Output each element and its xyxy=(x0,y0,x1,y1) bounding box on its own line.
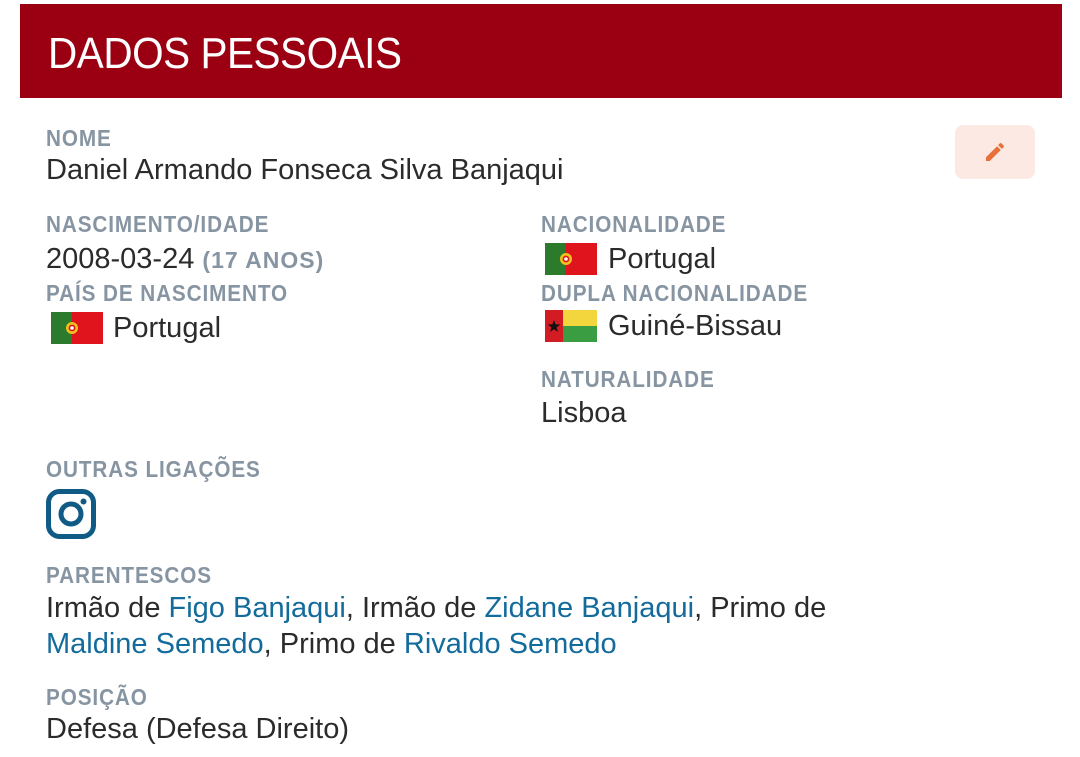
separator: , xyxy=(345,592,362,624)
naturalidade-label: NATURALIDADE xyxy=(541,366,715,392)
edit-button[interactable] xyxy=(955,125,1035,179)
outras-ligacoes-label: OUTRAS LIGAÇÕES xyxy=(46,456,261,482)
pais-nascimento-label: PAÍS DE NASCIMENTO xyxy=(46,280,289,306)
naturalidade-value: Lisboa xyxy=(541,397,627,429)
nome-label: NOME xyxy=(46,125,112,151)
parentescos-list: Irmão de Figo Banjaqui, Irmão de Zidane … xyxy=(46,590,1036,662)
relative-link[interactable]: Maldine Semedo xyxy=(46,628,264,660)
nascimento-value: 2008-03-24 (17 ANOS) xyxy=(46,245,324,274)
portugal-flag-icon xyxy=(545,243,597,275)
nascimento-label: NASCIMENTO/IDADE xyxy=(46,211,270,237)
section-title: DADOS PESSOAIS xyxy=(48,29,402,78)
relation-text: Primo de xyxy=(710,592,827,624)
relative-link[interactable]: Zidane Banjaqui xyxy=(484,592,694,624)
parentescos-label: PARENTESCOS xyxy=(46,562,212,588)
pencil-icon xyxy=(986,142,1005,161)
pais-nascimento-value: Portugal xyxy=(113,312,222,344)
nacionalidade-value: Portugal xyxy=(608,243,717,275)
guinea-bissau-flag-icon xyxy=(545,310,597,342)
dupla-nacionalidade-value: Guiné-Bissau xyxy=(608,310,783,342)
separator: , xyxy=(263,628,280,660)
relative-link[interactable]: Rivaldo Semedo xyxy=(404,628,617,660)
relative-link[interactable]: Figo Banjaqui xyxy=(169,592,346,624)
nacionalidade-label: NACIONALIDADE xyxy=(541,211,727,237)
relation-text: Irmão de xyxy=(46,592,169,624)
section-header: DADOS PESSOAIS xyxy=(20,4,1062,98)
posicao-label: POSIÇÃO xyxy=(46,684,148,710)
relation-text: Irmão de xyxy=(361,592,485,624)
separator: , xyxy=(694,592,711,624)
posicao-value: Defesa (Defesa Direito) xyxy=(46,713,349,745)
instagram-icon[interactable] xyxy=(46,489,96,539)
portugal-flag-icon xyxy=(51,312,103,344)
relation-text: Primo de xyxy=(279,628,404,660)
nome-value: Daniel Armando Fonseca Silva Banjaqui xyxy=(46,154,564,186)
dupla-nacionalidade-label: DUPLA NACIONALIDADE xyxy=(541,280,809,306)
age-badge: (17 ANOS) xyxy=(202,247,325,273)
birth-date: 2008-03-24 xyxy=(46,243,195,275)
